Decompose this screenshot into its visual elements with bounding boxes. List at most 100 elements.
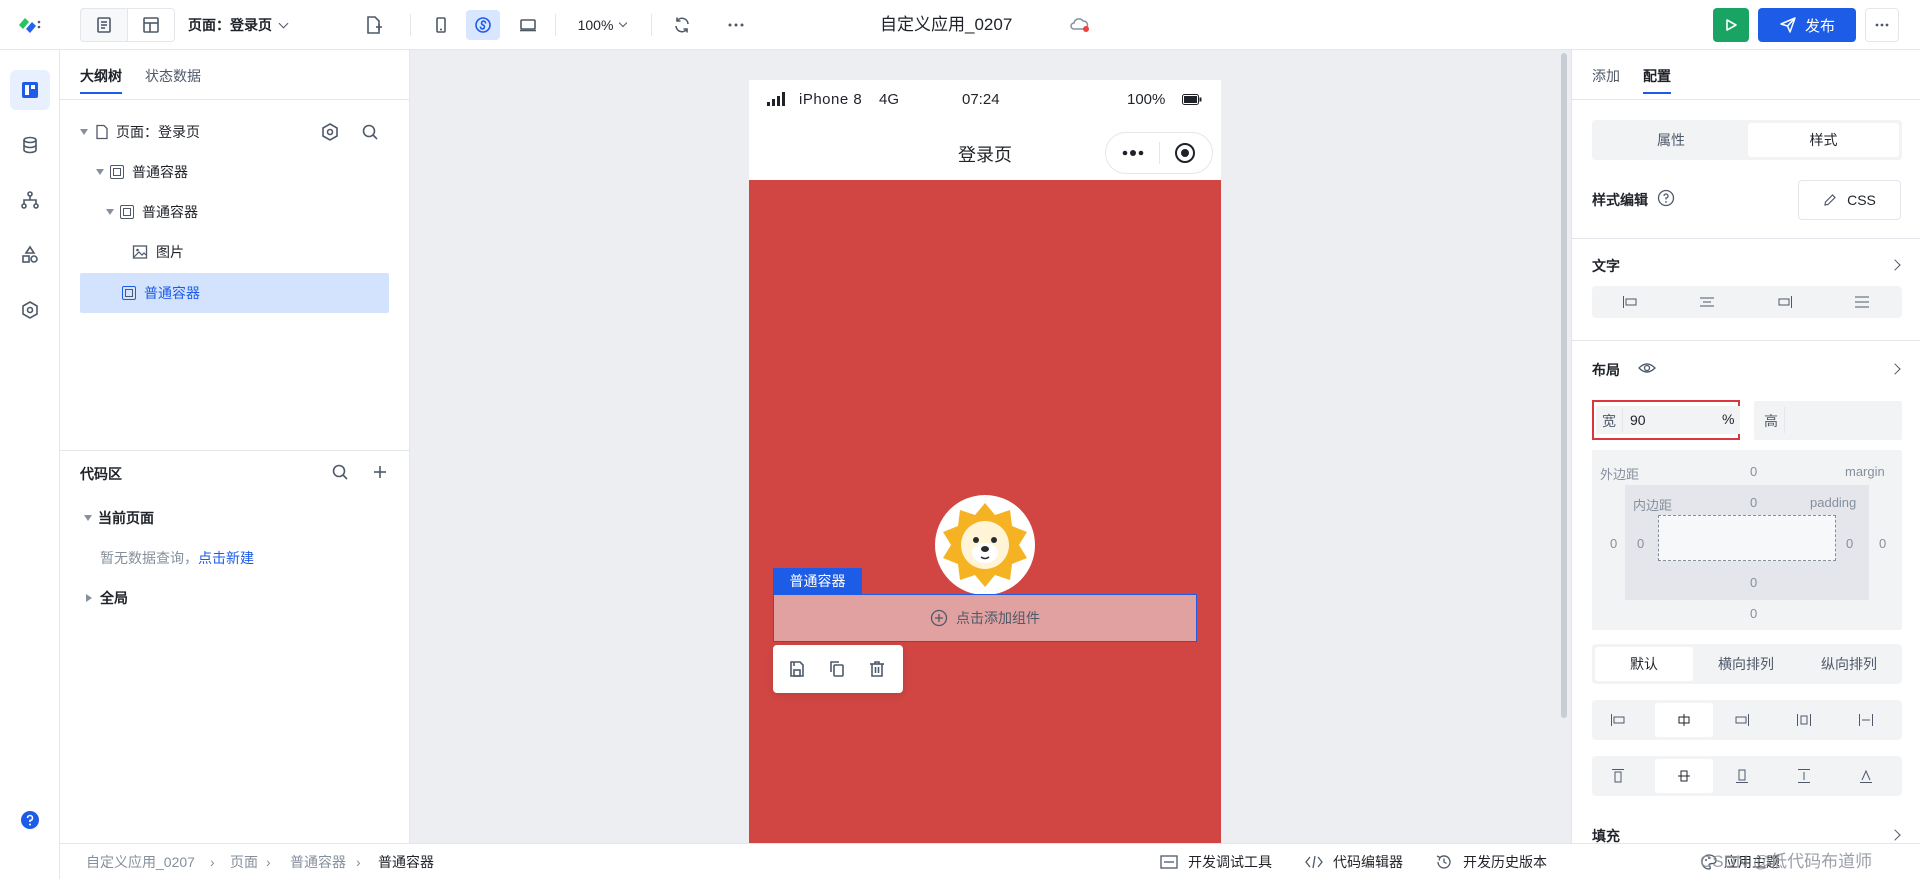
- layout-mode-default[interactable]: 默认: [1595, 647, 1693, 681]
- lion-logo-image[interactable]: [935, 495, 1035, 595]
- padding-top-value[interactable]: 0: [1750, 495, 1757, 510]
- width-field[interactable]: 宽 90 %: [1596, 406, 1740, 434]
- align-middle-icon[interactable]: [1655, 759, 1713, 793]
- cloud-sync-icon[interactable]: [1068, 14, 1092, 36]
- settings-nav-item[interactable]: [10, 290, 50, 330]
- padding-bottom-value[interactable]: 0: [1750, 575, 1757, 590]
- code-current-page[interactable]: 当前页面: [84, 498, 384, 538]
- margin-bottom-value[interactable]: 0: [1750, 606, 1757, 621]
- padding-left-value[interactable]: 0: [1637, 536, 1644, 551]
- tree-node-container[interactable]: 普通容器: [96, 152, 396, 192]
- app-logo[interactable]: [16, 13, 42, 37]
- copy-icon[interactable]: [825, 657, 849, 681]
- margin-left-value[interactable]: 0: [1610, 536, 1617, 551]
- align-right-icon[interactable]: [1772, 292, 1798, 312]
- align-center-icon[interactable]: [1694, 292, 1720, 312]
- publish-button[interactable]: 发布: [1758, 8, 1856, 42]
- more-menu-button[interactable]: [1865, 8, 1899, 42]
- tree-node-container[interactable]: 普通容器: [106, 192, 396, 232]
- code-editor-tool[interactable]: 代码编辑器: [1305, 844, 1403, 879]
- align-left-icon[interactable]: [1617, 292, 1643, 312]
- refresh-icon[interactable]: [670, 13, 694, 37]
- margin-right-value[interactable]: 0: [1879, 536, 1886, 551]
- code-global[interactable]: 全局: [86, 578, 386, 618]
- width-unit[interactable]: %: [1722, 411, 1734, 427]
- divider: [1572, 99, 1920, 100]
- align-baseline-icon[interactable]: [1854, 766, 1878, 786]
- chevron-right-icon[interactable]: [1889, 363, 1901, 375]
- logic-nav-item[interactable]: [10, 180, 50, 220]
- capsule-menu[interactable]: [1105, 132, 1213, 174]
- mobile-device-icon[interactable]: [425, 10, 457, 40]
- outline-nav-item[interactable]: [10, 70, 50, 110]
- seg-properties[interactable]: 属性: [1595, 123, 1747, 157]
- tab-add[interactable]: 添加: [1592, 66, 1620, 86]
- add-component-dropzone[interactable]: 点击添加组件: [773, 594, 1197, 642]
- align-stretch-icon[interactable]: [1792, 766, 1816, 786]
- layout-mode-row[interactable]: 横向排列: [1697, 647, 1795, 681]
- page-settings-icon[interactable]: [318, 120, 342, 144]
- zoom-selector[interactable]: 100%: [566, 10, 638, 40]
- tree-node-page[interactable]: 页面：登录页: [80, 112, 400, 152]
- desktop-device-icon[interactable]: [512, 10, 544, 40]
- width-value[interactable]: 90: [1630, 412, 1646, 428]
- dev-debug-tool[interactable]: 开发调试工具: [1160, 844, 1272, 879]
- miniprogram-device-icon[interactable]: [466, 10, 500, 40]
- chevron-right-icon[interactable]: [1889, 829, 1901, 841]
- container-icon: [110, 165, 124, 179]
- empty-text: 暂无数据查询，: [100, 550, 198, 566]
- breadcrumb-current[interactable]: 普通容器: [378, 844, 434, 879]
- layout-view-toggle[interactable]: [127, 8, 175, 42]
- tab-outline-tree[interactable]: 大纲树: [80, 66, 122, 86]
- seg-style[interactable]: 样式: [1748, 123, 1899, 157]
- shapes-icon: [22, 245, 38, 263]
- chevron-right-icon[interactable]: [1889, 259, 1901, 271]
- align-justify-icon[interactable]: [1849, 292, 1875, 312]
- css-edit-button[interactable]: CSS: [1798, 180, 1901, 220]
- save-icon[interactable]: [785, 657, 809, 681]
- breadcrumb-container[interactable]: 普通容器: [290, 844, 346, 879]
- tab-config[interactable]: 配置: [1643, 66, 1671, 86]
- height-field[interactable]: 高: [1754, 401, 1902, 440]
- justify-start-icon[interactable]: [1606, 710, 1630, 730]
- align-top-icon[interactable]: [1606, 766, 1630, 786]
- selected-component-tag[interactable]: 普通容器: [773, 568, 862, 594]
- data-source-nav-item[interactable]: [10, 125, 50, 165]
- margin-top-value[interactable]: 0: [1750, 464, 1757, 479]
- page-selector[interactable]: 页面：登录页: [188, 8, 308, 42]
- code-current-page-label: 当前页面: [98, 510, 154, 526]
- layout-section-title: 布局: [1592, 362, 1620, 378]
- tree-node-container-selected[interactable]: 普通容器: [122, 273, 389, 313]
- code-search-icon[interactable]: [328, 460, 352, 484]
- add-query-icon[interactable]: [368, 460, 392, 484]
- help-nav-item[interactable]: [10, 800, 50, 840]
- outline-view-toggle[interactable]: [80, 8, 128, 42]
- play-icon: [1726, 19, 1737, 31]
- layout-mode-column[interactable]: 纵向排列: [1799, 647, 1899, 681]
- canvas-scrollbar[interactable]: [1561, 53, 1567, 718]
- add-page-icon[interactable]: [361, 13, 385, 37]
- delete-icon[interactable]: [865, 657, 889, 681]
- justify-around-icon[interactable]: [1854, 710, 1878, 730]
- breadcrumb-page[interactable]: 页面: [230, 844, 258, 879]
- divider: [60, 99, 410, 100]
- justify-between-icon[interactable]: [1792, 710, 1816, 730]
- create-query-link[interactable]: 点击新建: [198, 550, 254, 566]
- width-field-highlight: 宽 90 %: [1592, 400, 1740, 440]
- align-bottom-icon[interactable]: [1730, 766, 1754, 786]
- breadcrumb-separator: ›: [210, 854, 215, 870]
- run-preview-button[interactable]: [1713, 8, 1749, 42]
- tree-node-image[interactable]: 图片: [132, 232, 396, 272]
- justify-end-icon[interactable]: [1730, 710, 1754, 730]
- components-nav-item[interactable]: [10, 235, 50, 275]
- padding-right-value[interactable]: 0: [1846, 536, 1853, 551]
- dev-history-tool[interactable]: 开发历史版本: [1435, 844, 1547, 879]
- padding-box[interactable]: 内边距 0 padding 0 0 0: [1625, 485, 1869, 600]
- more-options-icon[interactable]: [723, 13, 749, 37]
- margin-box[interactable]: 外边距 0 margin 0 0 0 内边距 0 padding 0 0 0: [1592, 450, 1902, 630]
- capsule-more-icon: [1122, 150, 1144, 156]
- tab-state-data[interactable]: 状态数据: [145, 66, 201, 86]
- breadcrumb-app[interactable]: 自定义应用_0207: [86, 844, 195, 879]
- search-icon[interactable]: [358, 120, 382, 144]
- justify-center-icon[interactable]: [1655, 703, 1713, 737]
